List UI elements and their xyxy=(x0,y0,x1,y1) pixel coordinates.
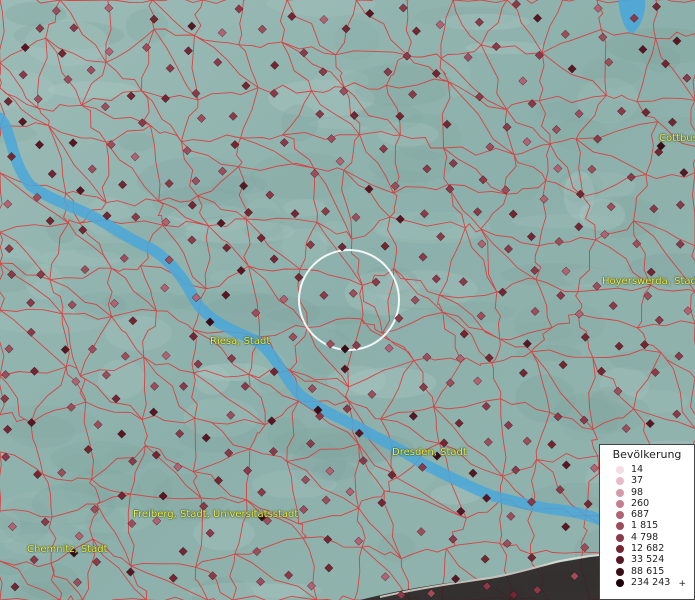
legend-swatch xyxy=(616,578,624,587)
legend-swatch xyxy=(616,567,624,576)
legend-row: 4 798 xyxy=(600,532,694,543)
legend-plus-sign: + xyxy=(678,579,686,589)
population-legend: Bevölkerung 14 37 98 260 687 1 815 4 798 12 682… xyxy=(599,444,695,600)
legend-label: 37 xyxy=(631,475,644,487)
terrain-patch xyxy=(438,13,530,31)
terrain-patch xyxy=(283,198,327,217)
legend-label: 12 682 xyxy=(631,543,665,555)
legend-swatch xyxy=(616,511,624,520)
legend-row: 33 524 xyxy=(600,554,694,565)
legend-label: 33 524 xyxy=(631,554,665,566)
map-canvas[interactable]: Riesa, Stadt Dresden, Stadt Freiberg, St… xyxy=(0,0,695,600)
legend-swatch xyxy=(616,522,624,531)
legend-label: 98 xyxy=(631,486,644,498)
legend-row: 98 xyxy=(600,487,694,498)
legend-row: 687 xyxy=(600,509,694,520)
terrain-patch xyxy=(281,104,319,142)
terrain-patch xyxy=(551,117,609,151)
legend-row: 37 xyxy=(600,475,694,486)
legend-label: 234 243 xyxy=(631,576,671,588)
city-label-dresden: Dresden, Stadt xyxy=(392,447,467,458)
terrain-patch xyxy=(36,249,124,267)
legend-label: 1 815 xyxy=(631,520,659,532)
terrain-patch xyxy=(508,159,542,201)
city-label-riesa: Riesa, Stadt xyxy=(210,336,271,347)
legend-label: 687 xyxy=(631,509,650,521)
terrain-patch xyxy=(194,365,230,395)
terrain-patch xyxy=(97,359,145,400)
legend-swatch xyxy=(616,556,624,565)
legend-title: Bevölkerung xyxy=(612,448,682,461)
terrain-patch xyxy=(354,103,424,131)
terrain-patch xyxy=(464,41,546,55)
terrain-patch xyxy=(47,81,138,98)
legend-row: 1 815 xyxy=(600,520,694,531)
terrain-patch xyxy=(576,77,640,124)
legend-label: 14 xyxy=(631,464,644,475)
terrain-patch xyxy=(501,263,609,287)
city-label-cottbus: Cottbus xyxy=(659,133,695,144)
legend-swatch xyxy=(616,533,624,542)
legend-label: 260 xyxy=(631,497,650,509)
legend-swatch xyxy=(616,545,624,554)
city-label-hoyerswerda: Hoyerswerda, Stadt xyxy=(602,276,695,287)
legend-row: 260 xyxy=(600,498,694,509)
legend-swatch xyxy=(616,499,624,508)
terrain-patch xyxy=(118,132,156,152)
terrain-patch xyxy=(125,8,169,44)
terrain-patch xyxy=(387,288,454,311)
legend-swatch xyxy=(616,477,624,486)
terrain-patch xyxy=(579,199,626,231)
terrain-patch xyxy=(515,345,582,362)
city-label-freiberg: Freiberg, Stadt, Universitätsstadt xyxy=(133,509,299,520)
legend-row: 14 xyxy=(600,464,694,475)
legend-row: 12 682 xyxy=(600,543,694,554)
city-label-chemnitz: Chemnitz, Stadt xyxy=(27,544,108,555)
legend-row: 88 615 xyxy=(600,566,694,577)
legend-swatch xyxy=(616,488,624,497)
legend-label: 88 615 xyxy=(631,565,665,577)
legend-swatch xyxy=(616,466,624,474)
terrain-patch xyxy=(136,468,173,514)
map-layer[interactable] xyxy=(0,0,695,600)
terrain-patch xyxy=(368,148,454,183)
legend-label: 4 798 xyxy=(631,531,659,543)
terrain-patch xyxy=(515,374,576,423)
